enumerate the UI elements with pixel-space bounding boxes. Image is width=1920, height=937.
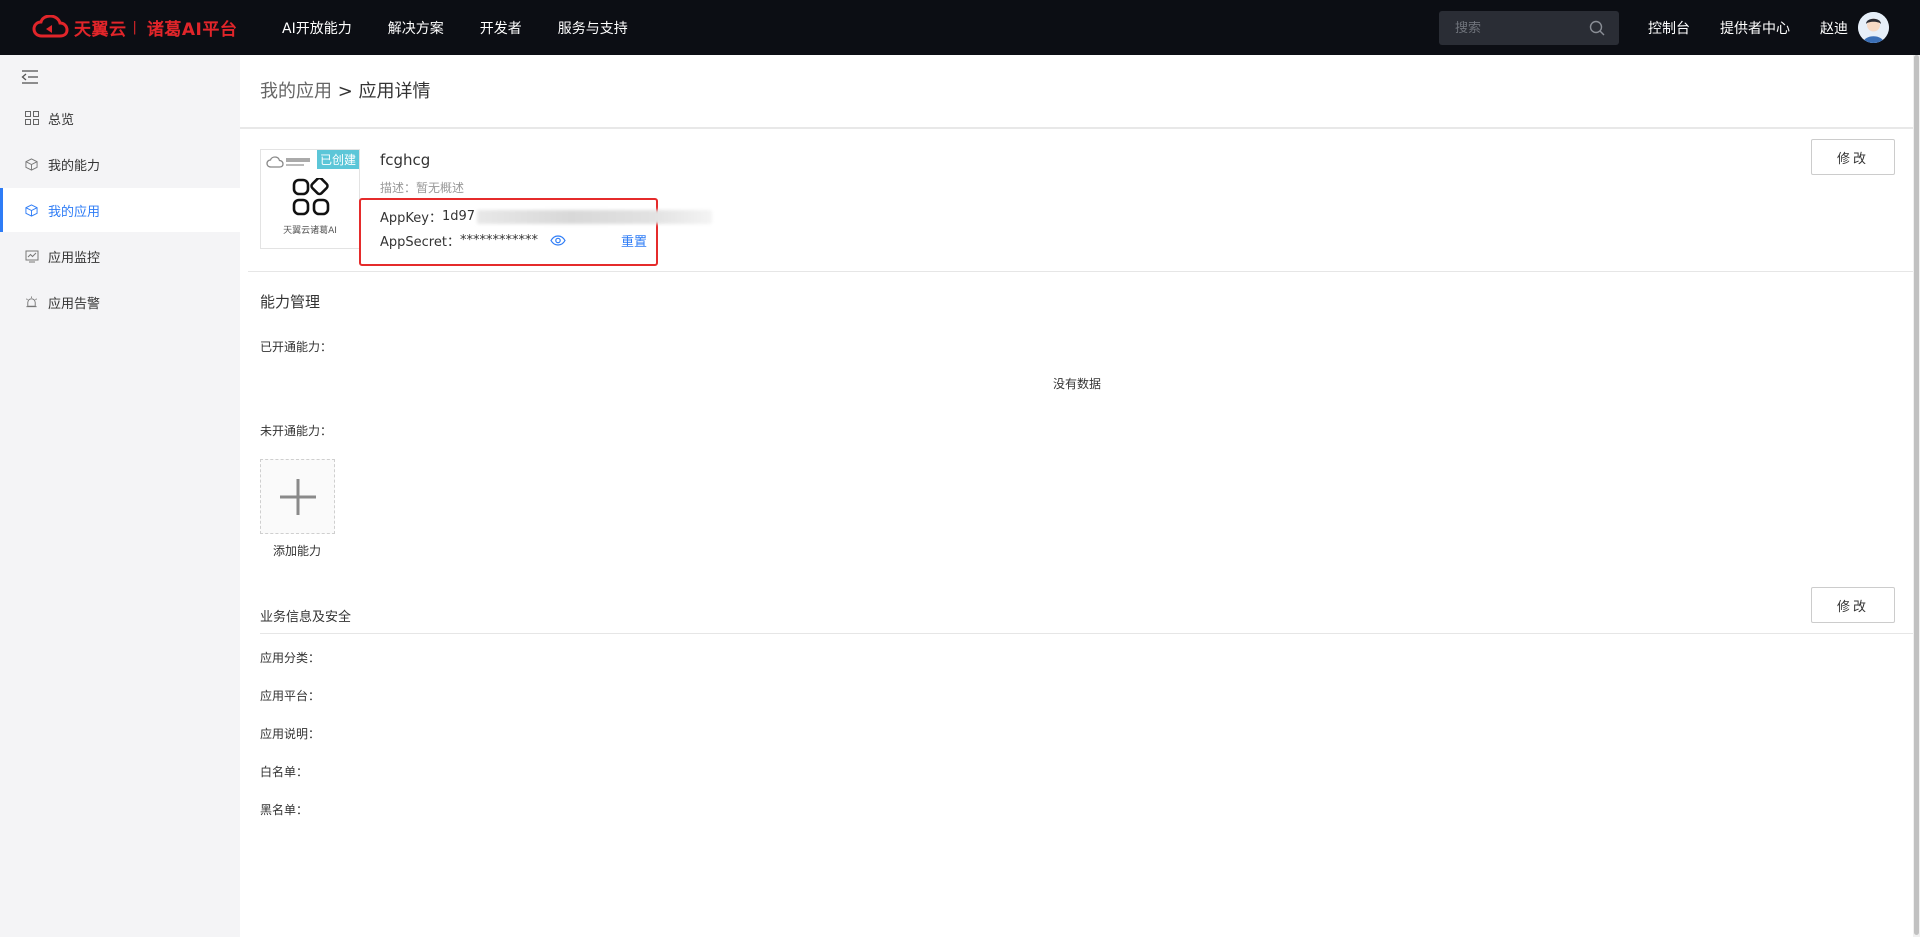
- logo-title: 天翼云: [74, 19, 127, 40]
- reset-secret-link[interactable]: 重置: [621, 231, 647, 250]
- logo-subtitle: 诸葛AI平台: [146, 19, 238, 40]
- main-content: 我的应用 > 应用详情 已创建 天翼云诸葛AI fcghcg 描述：暂无概述 A…: [240, 55, 1913, 937]
- console-link[interactable]: 控制台: [1648, 0, 1690, 55]
- appkey-value: 1d97: [441, 209, 476, 224]
- search-icon[interactable]: [1589, 20, 1605, 36]
- monitor-icon: [24, 249, 39, 264]
- app-category-label: 应用分类：: [260, 651, 321, 665]
- appsecret-row: AppSecret： ************ 重置: [380, 231, 647, 250]
- capability-section-title: 能力管理: [260, 293, 321, 311]
- appkey-redacted: [477, 209, 713, 224]
- nav-support[interactable]: 服务与支持: [558, 18, 628, 38]
- brand-logo[interactable]: 天翼云 | 诸葛AI平台: [32, 14, 237, 40]
- sidebar-item-app-monitor[interactable]: 应用监控: [0, 234, 240, 278]
- breadcrumb-separator: >: [332, 81, 359, 102]
- appsecret-label: AppSecret：: [380, 235, 460, 250]
- unopened-capability-label: 未开通能力：: [260, 424, 333, 438]
- avatar[interactable]: [1858, 12, 1889, 43]
- sidebar-item-label: 应用监控: [48, 250, 101, 266]
- search-input[interactable]: [1455, 20, 1585, 36]
- overview-icon: [24, 111, 39, 126]
- status-badge: 已创建: [316, 150, 359, 169]
- top-navbar: 天翼云 | 诸葛AI平台 AI开放能力 解决方案 开发者 服务与支持 控制台 提…: [0, 0, 1920, 55]
- appsecret-value: ************: [459, 233, 538, 248]
- desc-value: 暂无概述: [416, 181, 465, 195]
- header-divider: [240, 127, 1913, 129]
- business-divider: [260, 633, 1913, 634]
- edit-business-button[interactable]: 修改: [1811, 587, 1895, 623]
- nav-ai-capability[interactable]: AI开放能力: [282, 18, 352, 38]
- whitelist-label: 白名单：: [260, 765, 309, 779]
- sidebar-item-my-apps[interactable]: 我的应用: [0, 188, 240, 232]
- app-icon: [24, 203, 39, 218]
- username[interactable]: 赵迪: [1820, 0, 1848, 55]
- sidebar-item-label: 应用告警: [48, 296, 101, 312]
- blacklist-label: 黑名单：: [260, 803, 309, 817]
- plus-icon: [279, 478, 316, 515]
- menu-collapse-icon[interactable]: [20, 67, 40, 87]
- app-logo-card: 已创建 天翼云诸葛AI: [260, 149, 360, 249]
- alarm-icon: [24, 295, 39, 310]
- sidebar: 总览 我的能力 我的应用 应用监控 应用告警: [0, 55, 240, 937]
- app-logo-caption: 天翼云诸葛AI: [283, 226, 337, 236]
- logo-separator: |: [132, 19, 137, 35]
- cloud-logo-icon: [32, 15, 69, 38]
- cube-icon: [24, 157, 39, 172]
- sidebar-item-app-alarm[interactable]: 应用告警: [0, 280, 240, 324]
- nav-solutions[interactable]: 解决方案: [388, 18, 444, 38]
- app-platform-label: 应用平台：: [260, 689, 321, 703]
- sidebar-item-my-capability[interactable]: 我的能力: [0, 142, 240, 186]
- app-description-label: 应用说明：: [260, 727, 321, 741]
- brand-mini-logo-icon: [266, 156, 310, 168]
- no-data-text: 没有数据: [1053, 377, 1102, 391]
- sidebar-item-label: 我的应用: [48, 204, 101, 220]
- app-name: fcghcg: [380, 151, 431, 169]
- sidebar-item-overview[interactable]: 总览: [0, 96, 240, 140]
- business-section-title: 业务信息及安全: [260, 610, 352, 625]
- edit-app-button[interactable]: 修改: [1811, 139, 1895, 175]
- nav-developers[interactable]: 开发者: [480, 18, 522, 38]
- app-description: 描述：暂无概述: [380, 179, 464, 196]
- breadcrumb-my-apps[interactable]: 我的应用: [260, 81, 332, 102]
- desc-label: 描述：: [380, 181, 417, 195]
- breadcrumb: 我的应用 > 应用详情: [260, 77, 431, 103]
- sidebar-item-label: 我的能力: [48, 158, 101, 174]
- add-capability-button[interactable]: [260, 459, 335, 534]
- main-nav: AI开放能力 解决方案 开发者 服务与支持: [282, 0, 664, 55]
- appkey-label: AppKey：: [380, 211, 442, 226]
- app-grid-icon: [292, 178, 330, 216]
- sidebar-item-label: 总览: [48, 112, 75, 128]
- opened-capability-label: 已开通能力：: [260, 340, 333, 354]
- app-info-divider: [248, 271, 1913, 272]
- avatar-icon: [1858, 12, 1889, 43]
- scrollbar-thumb[interactable]: [1914, 55, 1919, 935]
- search-box: [1439, 11, 1619, 45]
- provider-center-link[interactable]: 提供者中心: [1720, 0, 1790, 55]
- appkey-row: AppKey： 1d97: [380, 207, 713, 226]
- add-capability-label: 添加能力: [273, 544, 322, 558]
- eye-icon[interactable]: [550, 235, 566, 246]
- breadcrumb-current: 应用详情: [358, 81, 431, 102]
